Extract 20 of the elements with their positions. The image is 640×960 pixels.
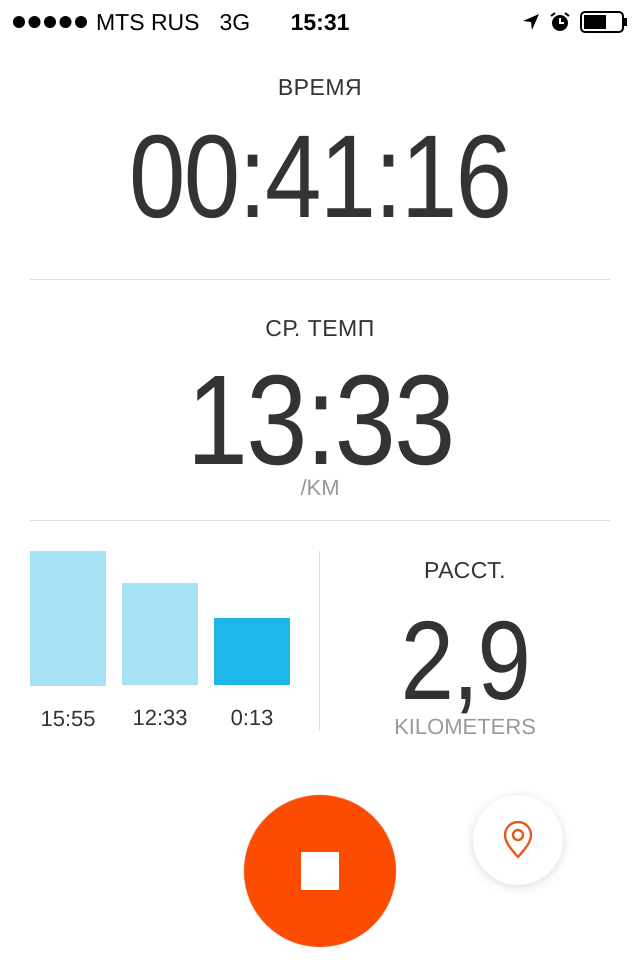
carrier-name: MTS RUS: [96, 8, 200, 36]
battery-icon: [580, 11, 628, 33]
elapsed-time: 00:41:16: [129, 133, 511, 223]
distance-label: РАССТ.: [424, 557, 506, 584]
map-pin-icon: [503, 821, 533, 859]
split-time: 0:13: [230, 705, 274, 731]
status-time: 15:31: [290, 8, 350, 36]
pace-label: СР. ТЕМП: [265, 315, 375, 342]
stop-icon: [301, 852, 339, 890]
average-pace: 13:33: [186, 372, 454, 470]
network-type: 3G: [220, 8, 250, 36]
pace-unit: /KM: [300, 475, 340, 502]
alarm-icon: [550, 12, 570, 32]
distance-unit: KILOMETERS: [394, 714, 536, 740]
split-time: 12:33: [132, 705, 188, 731]
time-label: ВРЕМЯ: [278, 74, 362, 101]
split-time: 15:55: [40, 706, 96, 732]
distance-value: 2,9: [400, 608, 530, 714]
signal-icon: [12, 15, 88, 29]
location-arrow-icon: [522, 13, 540, 31]
